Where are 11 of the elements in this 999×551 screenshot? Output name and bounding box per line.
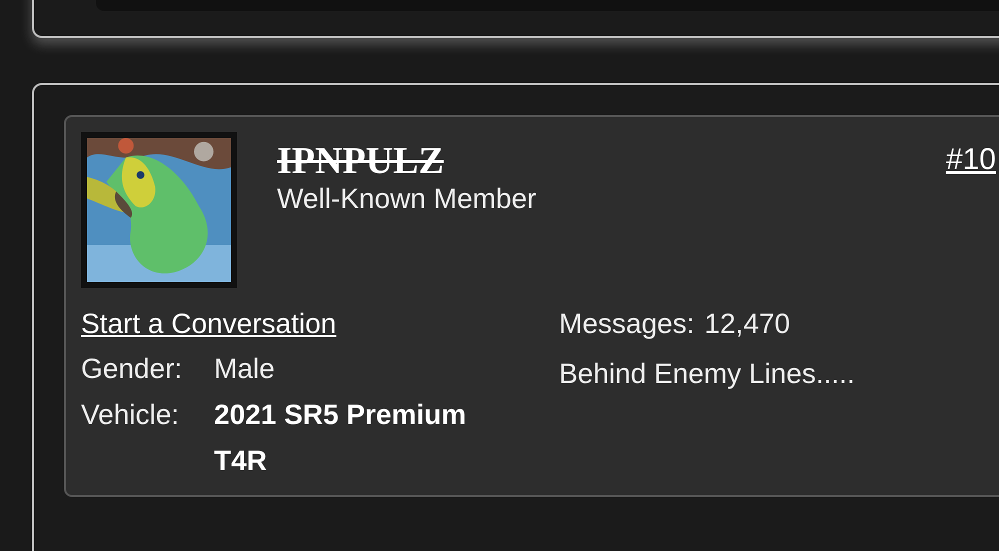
member-title: Well-Known Member <box>277 182 536 216</box>
field-label: Gender: <box>81 352 184 386</box>
stat-value: 12,470 <box>704 307 790 341</box>
username[interactable]: IPNPULZ <box>277 138 536 184</box>
post-number-link[interactable]: #10 <box>946 142 996 178</box>
field-value: Male <box>214 352 276 386</box>
stat-label: Messages: <box>559 307 694 341</box>
field-label: Vehicle: <box>81 398 180 432</box>
field-value: 2021 SR5 Premium T4R <box>214 398 468 478</box>
location: Behind Enemy Lines..... <box>559 357 855 391</box>
start-conversation-link[interactable]: Start a Conversation <box>81 302 336 346</box>
